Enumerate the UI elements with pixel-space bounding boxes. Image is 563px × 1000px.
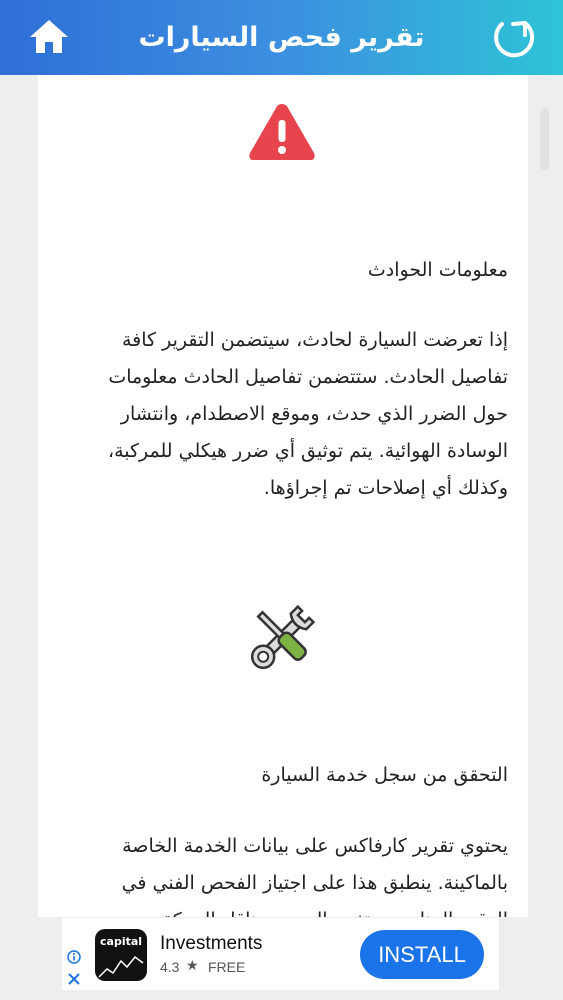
section-text-accidents: إذا تعرضت السيارة لحادث، سيتضمن التقرير …	[58, 322, 508, 507]
home-icon	[30, 20, 68, 53]
install-button[interactable]: INSTALL	[360, 930, 484, 979]
app-header: تقرير فحص السيارات	[0, 0, 563, 75]
star-icon: ★	[186, 958, 199, 974]
wrench-screwdriver-icon	[250, 604, 316, 670]
text-line: بالماكينة. ينطبق هذا على اجتياز الفحص ال…	[121, 872, 508, 894]
ad-banner[interactable]: capital Investments 4.3 ★ FREE INSTALL	[62, 918, 499, 990]
report-content[interactable]: معلومات الحوادث إذا تعرضت السيارة لحادث،…	[38, 75, 528, 917]
page-title: تقرير فحص السيارات	[138, 22, 425, 53]
text-line: الوسادة الهوائية. يتم توثيق أي ضرر هيكلي…	[107, 440, 508, 462]
info-icon	[67, 950, 81, 964]
ad-title[interactable]: Investments	[160, 933, 262, 955]
text-line: الوقت المناسب وتغيير الزيت ومناقل الحركة	[58, 902, 508, 917]
text-line: إذا تعرضت السيارة لحادث، سيتضمن التقرير …	[121, 329, 508, 351]
refresh-button[interactable]	[489, 12, 539, 62]
warning-icon	[249, 104, 315, 160]
refresh-icon	[494, 21, 535, 58]
text-line: حول الضرر الذي حدث، وموقع الاصطدام، وانت…	[120, 403, 508, 425]
section-heading-accidents: معلومات الحوادث	[367, 259, 508, 281]
section-heading-service-history: التحقق من سجل خدمة السيارة	[261, 764, 508, 786]
ad-logo-text: capital	[100, 935, 143, 948]
ad-price: FREE	[208, 959, 246, 975]
close-icon	[68, 973, 80, 985]
section-text-service-history: يحتوي تقرير كارفاكس على بيانات الخدمة ال…	[58, 828, 508, 917]
ad-close-button[interactable]	[67, 971, 81, 985]
ad-info-button[interactable]	[67, 949, 81, 964]
ad-app-logo[interactable]: capital	[95, 929, 147, 981]
ad-rating: 4.3	[160, 959, 180, 975]
text-line: وكذلك أي إصلاحات تم إجراؤها.	[263, 477, 508, 499]
text-line: تفاصيل الحادث. ستتضمن تفاصيل الحادث معلو…	[108, 366, 508, 388]
scrollbar[interactable]	[540, 108, 549, 170]
home-button[interactable]	[28, 17, 70, 57]
chart-icon	[98, 955, 144, 978]
text-line: يحتوي تقرير كارفاكس على بيانات الخدمة ال…	[122, 835, 508, 857]
